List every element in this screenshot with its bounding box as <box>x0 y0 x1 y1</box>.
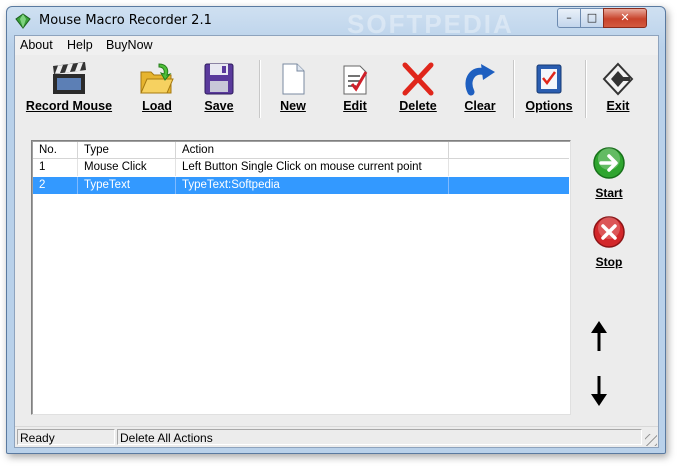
checklist-icon <box>536 64 562 94</box>
column-header-no[interactable]: No. <box>33 142 78 158</box>
status-bar: Ready Delete All Actions <box>15 426 658 447</box>
status-ready: Ready <box>17 429 115 445</box>
column-header-type[interactable]: Type <box>78 142 176 158</box>
blank-document-icon <box>282 63 305 95</box>
column-header-action[interactable]: Action <box>176 142 449 158</box>
cell-filler <box>449 177 569 194</box>
resize-grip[interactable] <box>645 434 657 446</box>
options-button[interactable]: Options <box>519 56 579 122</box>
app-window: Mouse Macro Recorder 2.1 SOFTPEDIA – □ ✕… <box>6 6 666 454</box>
column-header-filler <box>449 142 569 158</box>
down-arrow-icon <box>591 376 607 406</box>
record-mouse-button[interactable]: Record Mouse <box>21 56 117 122</box>
stop-button[interactable]: Stop <box>583 215 635 269</box>
delete-button[interactable]: Delete <box>391 56 445 122</box>
load-label: Load <box>142 99 172 113</box>
status-message: Delete All Actions <box>117 429 642 445</box>
edit-document-icon <box>343 65 368 95</box>
clear-label: Clear <box>464 99 496 113</box>
menu-help[interactable]: Help <box>67 38 93 52</box>
floppy-disk-icon <box>204 63 234 95</box>
menu-about[interactable]: About <box>20 38 53 52</box>
menu-buynow[interactable]: BuyNow <box>106 38 153 52</box>
window-title: Mouse Macro Recorder 2.1 <box>39 13 212 28</box>
folder-open-icon <box>140 63 174 94</box>
exit-button[interactable]: Exit <box>595 56 641 122</box>
minimize-button[interactable]: – <box>557 8 581 28</box>
start-label: Start <box>595 186 623 200</box>
list-header: No. Type Action <box>33 142 569 159</box>
stop-label: Stop <box>595 255 623 269</box>
cell-action: Left Button Single Click on mouse curren… <box>176 159 449 176</box>
edit-label: Edit <box>343 99 367 113</box>
load-button[interactable]: Load <box>131 56 183 122</box>
exit-label: Exit <box>606 99 630 113</box>
clapperboard-icon <box>53 62 86 94</box>
toolbar: Record Mouse Load Save New Edit Delete C… <box>15 56 658 124</box>
clear-button[interactable]: Clear <box>457 56 503 122</box>
edit-button[interactable]: Edit <box>333 56 377 122</box>
move-down-button[interactable] <box>587 373 611 407</box>
close-button[interactable]: ✕ <box>603 8 647 28</box>
table-row[interactable]: 1 Mouse Click Left Button Single Click o… <box>33 159 569 176</box>
green-arrow-icon <box>593 147 625 179</box>
cell-no: 1 <box>33 159 78 176</box>
blue-curved-arrow-icon <box>465 64 495 96</box>
save-label: Save <box>204 99 234 113</box>
menu-bar: About Help BuyNow <box>15 36 658 55</box>
title-bar[interactable]: Mouse Macro Recorder 2.1 SOFTPEDIA – □ ✕ <box>7 7 665 39</box>
cell-no: 2 <box>33 177 78 194</box>
new-button[interactable]: New <box>269 56 317 122</box>
red-x-icon <box>402 62 434 96</box>
cell-action: TypeText:Softpedia <box>176 177 449 194</box>
toolbar-separator <box>585 60 587 118</box>
cell-type: Mouse Click <box>78 159 176 176</box>
toolbar-separator <box>513 60 515 118</box>
table-row-selected[interactable]: 2 TypeText TypeText:Softpedia <box>33 177 569 194</box>
options-label: Options <box>525 99 573 113</box>
save-button[interactable]: Save <box>195 56 243 122</box>
app-diamond-icon <box>15 13 31 29</box>
cell-type: TypeText <box>78 177 176 194</box>
toolbar-separator <box>259 60 261 118</box>
client-area: About Help BuyNow Record Mouse Load Save… <box>14 35 659 448</box>
start-button[interactable]: Start <box>583 146 635 200</box>
exit-icon <box>602 62 634 96</box>
move-up-button[interactable] <box>587 320 611 354</box>
delete-label: Delete <box>399 99 437 113</box>
record-mouse-label: Record Mouse <box>25 99 113 113</box>
red-x-circle-icon <box>593 216 625 248</box>
actions-list[interactable]: No. Type Action 1 Mouse Click Left Butto… <box>31 140 571 415</box>
maximize-button[interactable]: □ <box>580 8 604 28</box>
up-arrow-icon <box>591 321 607 351</box>
new-label: New <box>280 99 306 113</box>
